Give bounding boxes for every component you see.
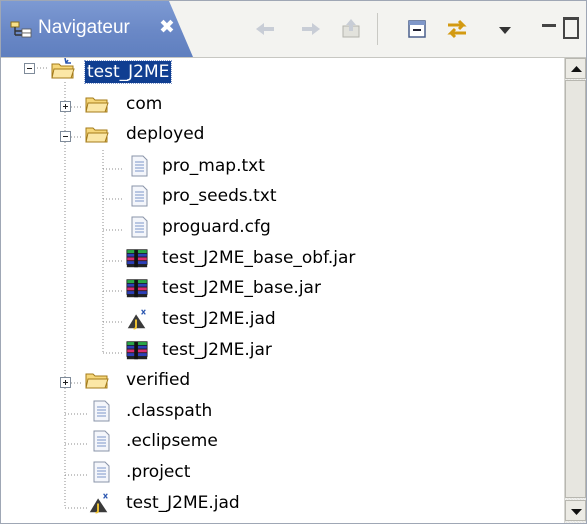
tree-row-file[interactable]: pro_map.txt [1,152,401,182]
tree-row-file[interactable]: .eclipseme [1,427,401,457]
scrollbar-thumb[interactable] [565,80,586,498]
tree-row-folder[interactable]: com [1,90,401,120]
back-icon[interactable] [251,15,279,43]
text-file-icon [93,461,110,483]
tree-item-label: proguard.cfg [162,217,271,237]
svg-text:J: J [133,319,138,330]
view-menu-icon[interactable] [491,15,519,43]
scroll-up-arrow[interactable] [565,58,586,79]
jad-file-icon: J [89,493,108,514]
tree-row-file[interactable]: .project [1,458,401,488]
text-file-icon [93,400,110,422]
tree-row-project[interactable]: test_J2ME [1,58,401,88]
link-with-editor-icon[interactable] [443,15,471,43]
tree-item-label: .project [126,462,191,482]
jar-file-icon [126,279,148,298]
tree-item-label: verified [126,370,191,390]
tree-item-label: .classpath [126,401,213,421]
up-folder-icon[interactable] [337,15,365,43]
expand-toggle[interactable] [60,101,71,112]
chevron-up-icon [571,66,582,72]
svg-text:J: J [95,503,100,514]
tree-row-file[interactable]: .classpath [1,397,401,427]
navigator-view: Navigateur ✖ test_J2ME com deployed pro_… [0,0,587,524]
text-file-icon [131,185,148,207]
text-file-icon [131,155,148,177]
scroll-down-arrow[interactable] [565,500,586,521]
jar-file-icon [126,249,148,268]
tree-item-label: .eclipseme [126,431,218,451]
collapse-all-icon[interactable] [403,15,431,43]
tree-row-file[interactable]: test_J2ME_base.jar [1,274,421,304]
view-title-bar: Navigateur ✖ [1,1,586,58]
collapse-toggle[interactable] [24,63,35,74]
tree-item-label: pro_map.txt [162,156,265,176]
tree-item-label: test_J2ME.jar [162,340,272,360]
tree-row-file[interactable]: test_J2ME.jar [1,336,421,366]
tree-row-file[interactable]: test_J2ME_base_obf.jar [1,244,421,274]
tree-row-folder[interactable]: verified [1,366,401,396]
jad-file-icon: J [127,309,146,330]
collapse-toggle[interactable] [60,131,71,142]
close-icon[interactable]: ✖ [159,16,175,38]
tree-item-label: test_J2ME_base_obf.jar [162,248,356,268]
jar-file-icon [126,341,148,360]
tree-row-file[interactable]: pro_seeds.txt [1,182,401,212]
navigator-icon [10,21,32,38]
project-folder-icon [51,58,75,79]
tree-item-label: pro_seeds.txt [162,186,277,206]
tree-item-label: test_J2ME [83,60,173,84]
tree-item-label: test_J2ME_base.jar [162,278,321,298]
folder-icon [85,373,109,389]
view-title: Navigateur [38,17,130,38]
maximize-icon[interactable] [563,17,579,39]
toolbar-separator [377,13,378,45]
tree-row-file[interactable]: J test_J2ME.jad [1,305,421,335]
text-file-icon [93,430,110,452]
minimize-icon[interactable] [542,24,556,27]
expand-toggle[interactable] [60,377,71,388]
text-file-icon [131,216,148,238]
tree-item-label: com [126,94,163,114]
chevron-down-icon [571,509,582,515]
tree-item-label: deployed [126,124,205,144]
folder-icon [85,127,109,143]
resource-tree: test_J2ME com deployed pro_map.txt pro_s… [1,58,564,523]
tree-item-label: test_J2ME.jad [162,309,276,329]
tree-row-folder[interactable]: deployed [1,120,401,150]
vertical-scrollbar[interactable] [564,58,586,523]
tree-item-label: test_J2ME.jad [126,493,240,513]
forward-icon[interactable] [297,15,325,43]
folder-icon [85,97,109,113]
tree-row-file[interactable]: J test_J2ME.jad [1,489,401,519]
tree-row-file[interactable]: proguard.cfg [1,213,401,243]
navigator-tab[interactable]: Navigateur ✖ [1,1,193,57]
